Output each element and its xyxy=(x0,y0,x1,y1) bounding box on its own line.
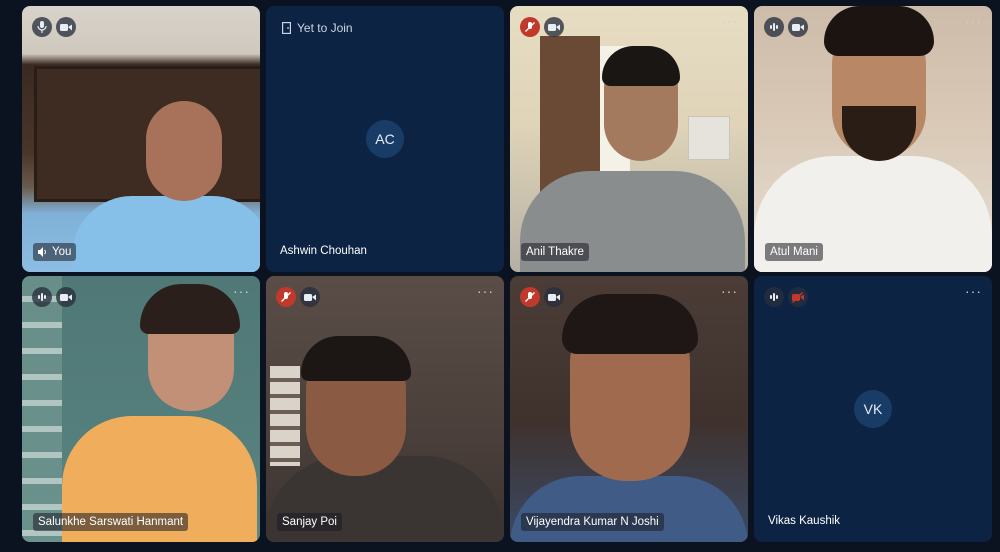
more-options-icon[interactable]: ··· xyxy=(965,284,982,298)
air-conditioner xyxy=(688,116,730,160)
participant-tile-vijayendra-kumar-n-joshi[interactable]: ··· Vijayendra Kumar N Joshi xyxy=(510,276,748,542)
person-silhouette xyxy=(72,196,260,272)
participant-name: Vijayendra Kumar N Joshi xyxy=(521,513,664,531)
video-camera-icon[interactable] xyxy=(56,287,76,307)
participant-tile-vikas-kaushik[interactable]: ··· VK Vikas Kaushik xyxy=(754,276,992,542)
participant-name-label: You xyxy=(33,243,77,261)
participant-tile-sanjay-poi[interactable]: ··· Sanjay Poi xyxy=(266,276,504,542)
more-options-icon[interactable]: ··· xyxy=(477,284,494,298)
more-options-icon[interactable]: ··· xyxy=(965,14,982,28)
hair xyxy=(301,336,411,381)
more-options-icon[interactable]: ··· xyxy=(721,14,738,28)
video-feed xyxy=(22,276,260,542)
window-grille xyxy=(270,366,300,466)
video-camera-icon[interactable] xyxy=(788,17,808,37)
speaker-icon xyxy=(38,247,48,257)
avatar: VK xyxy=(854,390,892,428)
participant-name: Anil Thakre xyxy=(521,243,589,261)
video-feed xyxy=(510,6,748,272)
participant-name: Atul Mani xyxy=(765,243,823,261)
hair xyxy=(562,294,698,354)
participant-name: You xyxy=(52,246,72,258)
participant-name: Ashwin Chouhan xyxy=(280,245,367,257)
mic-muted-icon[interactable] xyxy=(520,287,540,307)
video-camera-icon[interactable] xyxy=(56,17,76,37)
participant-tile-you[interactable]: You xyxy=(22,6,260,272)
participant-name: Salunkhe Sarswati Hanmant xyxy=(33,513,189,531)
mic-icon[interactable] xyxy=(32,17,52,37)
audio-level-icon[interactable] xyxy=(764,17,784,37)
audio-level-icon[interactable] xyxy=(764,287,784,307)
video-feed xyxy=(22,6,260,272)
wall-pattern xyxy=(22,276,62,542)
join-status: Yet to Join xyxy=(282,21,353,35)
video-feed xyxy=(266,276,504,542)
video-off-icon[interactable] xyxy=(788,287,808,307)
video-camera-icon[interactable] xyxy=(544,287,564,307)
video-camera-icon[interactable] xyxy=(300,287,320,307)
participant-tile-ashwin-chouhan[interactable]: Yet to Join AC Ashwin Chouhan xyxy=(266,6,504,272)
participant-tile-atul-mani[interactable]: ··· Atul Mani xyxy=(754,6,992,272)
door-icon xyxy=(282,22,291,34)
participant-tile-anil-thakre[interactable]: ··· Anil Thakre xyxy=(510,6,748,272)
more-options-icon[interactable]: ··· xyxy=(233,284,250,298)
video-camera-icon[interactable] xyxy=(544,17,564,37)
hair xyxy=(824,6,934,56)
avatar: AC xyxy=(366,120,404,158)
participant-name: Vikas Kaushik xyxy=(768,515,841,527)
beard xyxy=(842,106,916,161)
person-head xyxy=(146,101,222,201)
audio-level-icon[interactable] xyxy=(32,287,52,307)
mic-muted-icon[interactable] xyxy=(520,17,540,37)
more-options-icon[interactable]: ··· xyxy=(721,284,738,298)
video-feed xyxy=(754,6,992,272)
participant-name: Sanjay Poi xyxy=(277,513,342,531)
person-silhouette xyxy=(510,476,748,542)
status-text: Yet to Join xyxy=(297,21,353,35)
mic-muted-icon[interactable] xyxy=(276,287,296,307)
video-feed xyxy=(510,276,748,542)
hair xyxy=(140,284,240,334)
hair xyxy=(602,46,680,86)
participant-tile-salunkhe-sarswati-hanmant[interactable]: ··· Salunkhe Sarswati Hanmant xyxy=(22,276,260,542)
